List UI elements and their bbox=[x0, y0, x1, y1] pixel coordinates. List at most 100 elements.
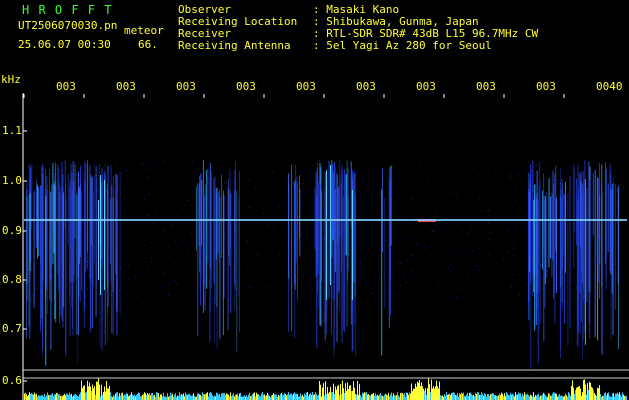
hist-bar bbox=[601, 396, 602, 400]
noise-speck bbox=[489, 231, 491, 233]
hist-bar bbox=[224, 393, 225, 400]
burst-streak bbox=[61, 162, 63, 235]
hist-bar bbox=[469, 392, 470, 400]
burst-streak bbox=[214, 176, 216, 305]
noise-speck bbox=[379, 192, 381, 194]
noise-speck bbox=[286, 178, 288, 180]
noise-speck bbox=[527, 214, 529, 216]
hist-bar bbox=[208, 396, 209, 400]
hist-bar bbox=[506, 392, 507, 400]
hist-bar bbox=[537, 394, 538, 400]
hist-bar bbox=[516, 394, 517, 400]
noise-speck bbox=[86, 261, 88, 263]
burst-streak bbox=[345, 173, 347, 256]
hist-bar bbox=[152, 393, 153, 400]
noise-speck bbox=[322, 209, 324, 211]
hist-bar bbox=[257, 394, 258, 400]
noise-speck bbox=[510, 177, 512, 179]
noise-speck bbox=[120, 267, 122, 269]
noise-speck bbox=[428, 273, 430, 275]
noise-speck bbox=[282, 201, 284, 203]
burst-streak bbox=[601, 164, 603, 287]
hist-bar bbox=[127, 393, 128, 400]
hist-bar bbox=[28, 394, 29, 400]
hist-bar bbox=[54, 394, 55, 400]
noise-speck bbox=[371, 215, 373, 216]
noise-speck bbox=[515, 231, 517, 233]
hist-bar bbox=[605, 392, 606, 400]
noise-speck bbox=[278, 205, 280, 207]
file-name: UT2506070030.pn bbox=[18, 19, 118, 32]
hist-bar bbox=[80, 392, 81, 400]
noise-speck bbox=[272, 171, 274, 173]
hist-bar bbox=[324, 395, 325, 400]
noise-speck bbox=[424, 224, 426, 225]
y-tick: 0.7 bbox=[2, 322, 22, 335]
hist-bar bbox=[485, 394, 486, 400]
noise-speck bbox=[508, 175, 510, 177]
noise-speck bbox=[364, 160, 366, 162]
hist-bar bbox=[184, 396, 185, 400]
hist-bar bbox=[468, 396, 469, 400]
burst-streak bbox=[330, 177, 332, 335]
hist-bar bbox=[77, 395, 78, 400]
hist-bar bbox=[143, 394, 144, 400]
noise-speck bbox=[450, 263, 452, 265]
noise-speck bbox=[623, 170, 625, 172]
noise-speck bbox=[540, 168, 542, 170]
hist-bar bbox=[317, 395, 318, 400]
burst-streak bbox=[565, 181, 566, 273]
noise-speck bbox=[89, 165, 91, 167]
hist-bar bbox=[250, 396, 251, 400]
hist-bar bbox=[35, 394, 36, 400]
hist-bar bbox=[340, 383, 341, 400]
noise-speck bbox=[366, 282, 368, 284]
noise-speck bbox=[144, 245, 146, 247]
hist-bar bbox=[70, 394, 71, 400]
noise-speck bbox=[506, 266, 508, 268]
noise-speck bbox=[457, 288, 459, 290]
hist-bar bbox=[140, 396, 141, 400]
hist-bar bbox=[48, 394, 49, 400]
hist-bar bbox=[599, 385, 600, 400]
noise-speck bbox=[252, 287, 254, 289]
hist-bar bbox=[76, 395, 77, 400]
noise-speck bbox=[128, 265, 130, 267]
hist-bar bbox=[204, 394, 205, 400]
hist-bar bbox=[456, 395, 457, 400]
burst-streak bbox=[63, 191, 64, 287]
noise-speck bbox=[516, 225, 517, 227]
burst-streak bbox=[69, 180, 71, 336]
hist-bar bbox=[307, 392, 308, 400]
burst-streak bbox=[576, 178, 578, 245]
hist-bar bbox=[408, 394, 409, 400]
hist-bar bbox=[103, 392, 104, 400]
noise-speck bbox=[36, 287, 38, 289]
hist-bar bbox=[180, 395, 181, 400]
noise-speck bbox=[27, 165, 29, 167]
hist-bar bbox=[561, 395, 562, 400]
hist-bar bbox=[322, 387, 323, 400]
hist-bar bbox=[306, 392, 307, 400]
hist-bar bbox=[388, 392, 389, 400]
noise-speck bbox=[163, 230, 165, 232]
noise-speck bbox=[409, 177, 411, 179]
burst-streak bbox=[116, 174, 118, 248]
hist-bar bbox=[525, 394, 526, 400]
hist-bar bbox=[200, 394, 201, 400]
noise-speck bbox=[544, 185, 546, 187]
noise-speck bbox=[453, 205, 455, 207]
noise-speck bbox=[456, 223, 458, 225]
hist-bar bbox=[207, 392, 208, 400]
burst-streak bbox=[614, 184, 616, 310]
noise-speck bbox=[286, 266, 288, 268]
noise-speck bbox=[398, 242, 400, 244]
noise-speck bbox=[314, 167, 316, 169]
hist-bar bbox=[144, 392, 145, 400]
hist-bar bbox=[612, 393, 613, 400]
noise-speck bbox=[469, 293, 471, 295]
hist-bar bbox=[380, 393, 381, 400]
hist-bar bbox=[175, 393, 176, 400]
burst-streak bbox=[112, 176, 114, 335]
noise-speck bbox=[233, 181, 235, 183]
